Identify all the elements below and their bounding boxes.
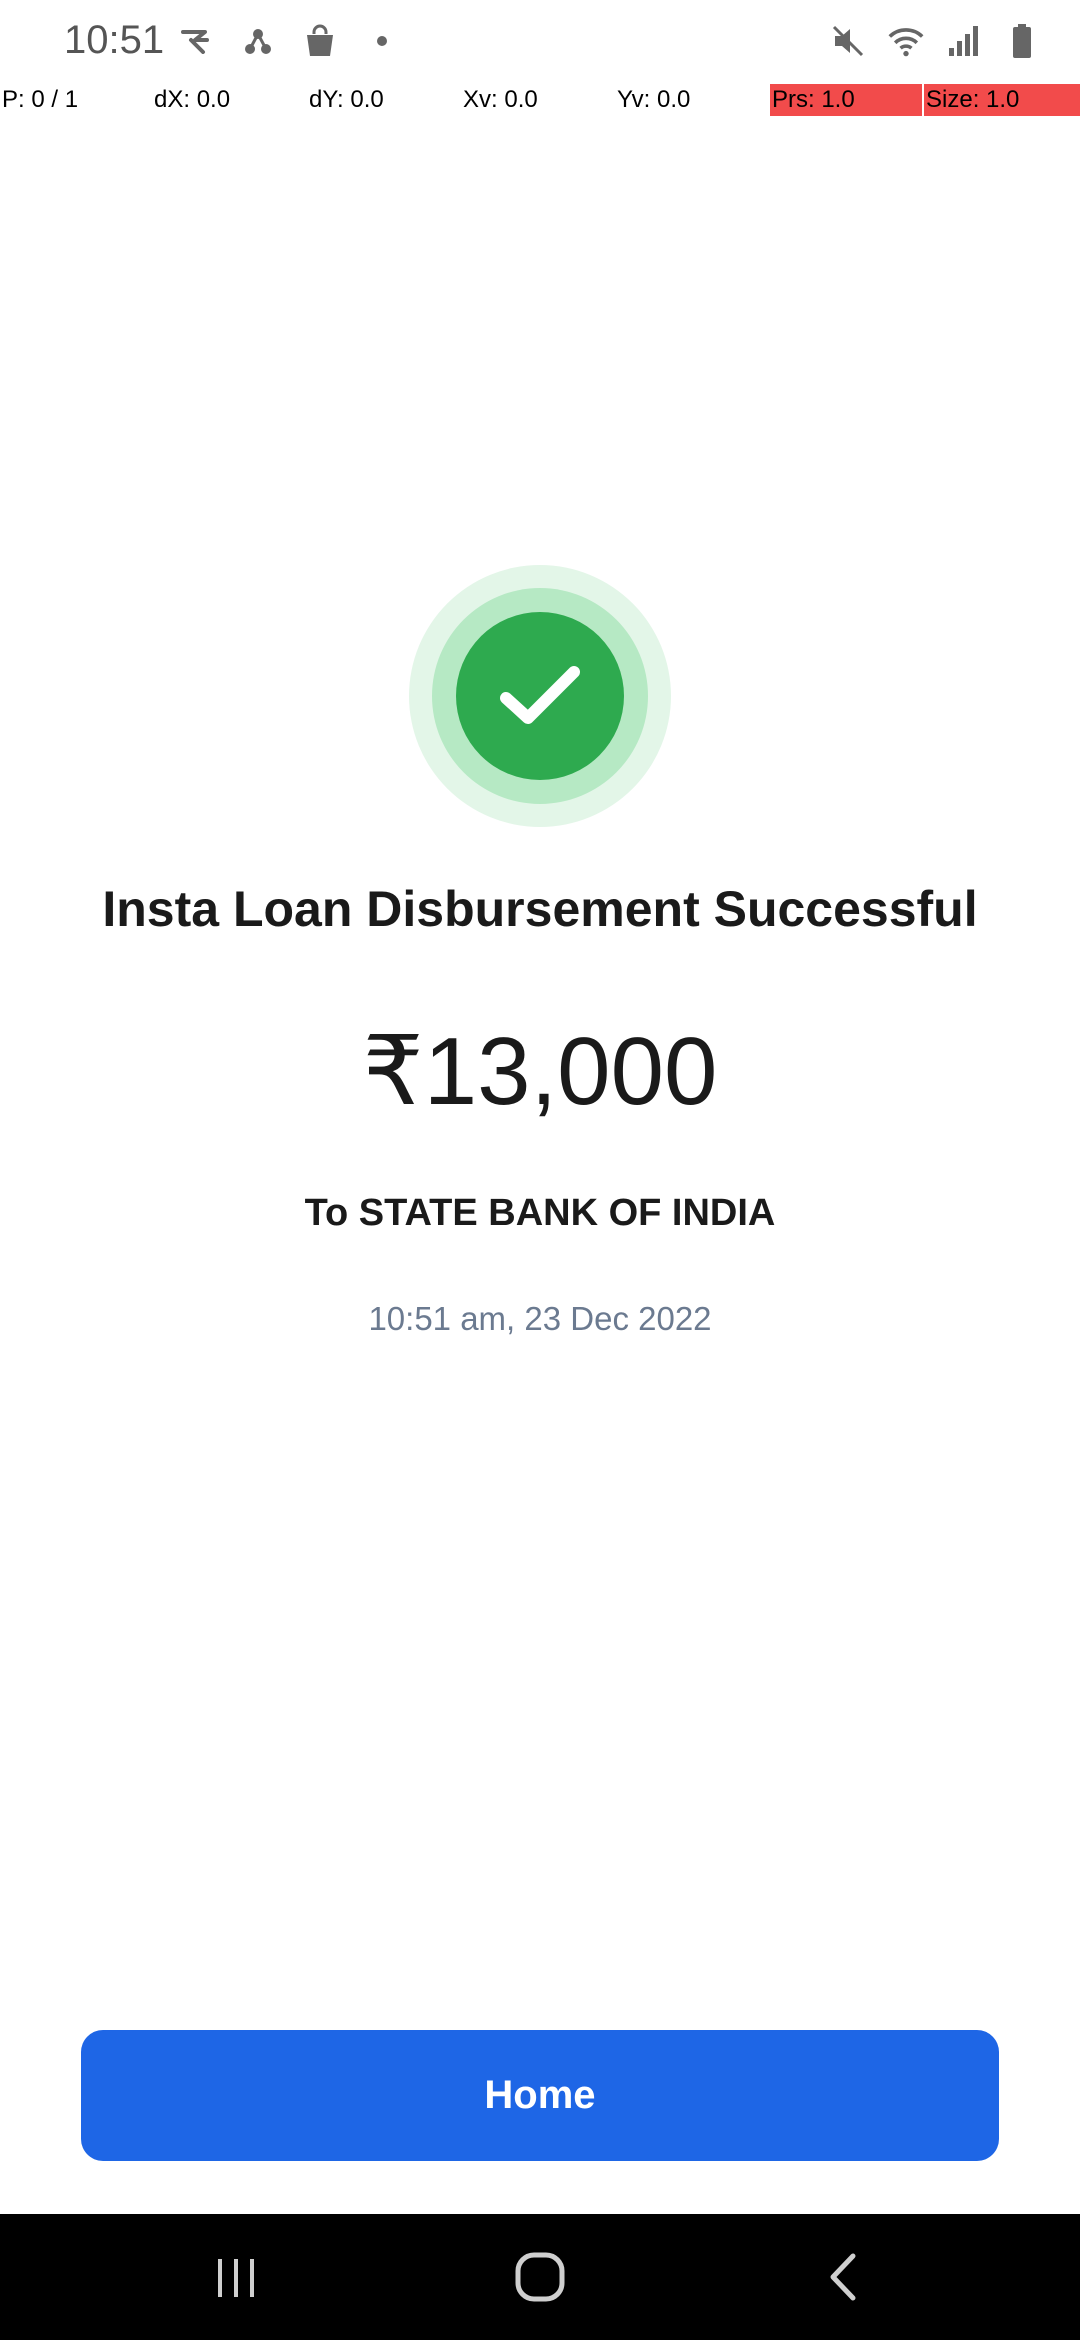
home-button[interactable]: Home bbox=[81, 2030, 999, 2161]
share-nodes-icon bbox=[240, 22, 276, 60]
page-title: Insta Loan Disbursement Successful bbox=[102, 881, 978, 937]
screen: 10:51 P: 0 / 1 dX: 0.0 dY: 0.0 Xv: 0.0 Y… bbox=[0, 0, 1080, 2340]
home-icon[interactable] bbox=[500, 2242, 580, 2312]
loan-amount: ₹13,000 bbox=[362, 1018, 718, 1125]
mute-icon bbox=[830, 22, 866, 60]
transaction-timestamp: 10:51 am, 23 Dec 2022 bbox=[368, 1300, 712, 1337]
pointer-location-overlay: P: 0 / 1 dX: 0.0 dY: 0.0 Xv: 0.0 Yv: 0.0… bbox=[0, 84, 1080, 116]
battery-icon bbox=[1004, 22, 1040, 60]
checkmark-icon bbox=[500, 666, 580, 724]
pointer-size: Size: 1.0 bbox=[924, 84, 1080, 116]
status-time: 10:51 bbox=[64, 18, 165, 62]
status-right-icons bbox=[830, 22, 1040, 60]
recents-icon[interactable] bbox=[196, 2242, 276, 2312]
pointer-pressure: Prs: 1.0 bbox=[770, 84, 922, 116]
shopping-bag-icon bbox=[302, 22, 338, 60]
back-icon[interactable] bbox=[802, 2242, 882, 2312]
pointer-count: P: 0 / 1 bbox=[2, 86, 79, 113]
signal-icon bbox=[946, 22, 982, 60]
pointer-yv: Yv: 0.0 bbox=[617, 86, 691, 113]
check-circle-icon bbox=[409, 565, 671, 827]
rapido-icon bbox=[178, 22, 214, 60]
pointer-xv: Xv: 0.0 bbox=[463, 86, 538, 113]
wifi-icon bbox=[888, 22, 924, 60]
status-left-icons bbox=[178, 22, 400, 60]
success-ring bbox=[432, 588, 648, 804]
status-bar: 10:51 bbox=[0, 0, 1080, 82]
dot-icon bbox=[364, 22, 400, 60]
recipient-bank: To STATE BANK OF INDIA bbox=[304, 1192, 776, 1234]
navigation-bar bbox=[0, 2214, 1080, 2340]
success-core bbox=[456, 612, 624, 780]
pointer-dx: dX: 0.0 bbox=[154, 86, 231, 113]
pointer-dy: dY: 0.0 bbox=[309, 86, 384, 113]
